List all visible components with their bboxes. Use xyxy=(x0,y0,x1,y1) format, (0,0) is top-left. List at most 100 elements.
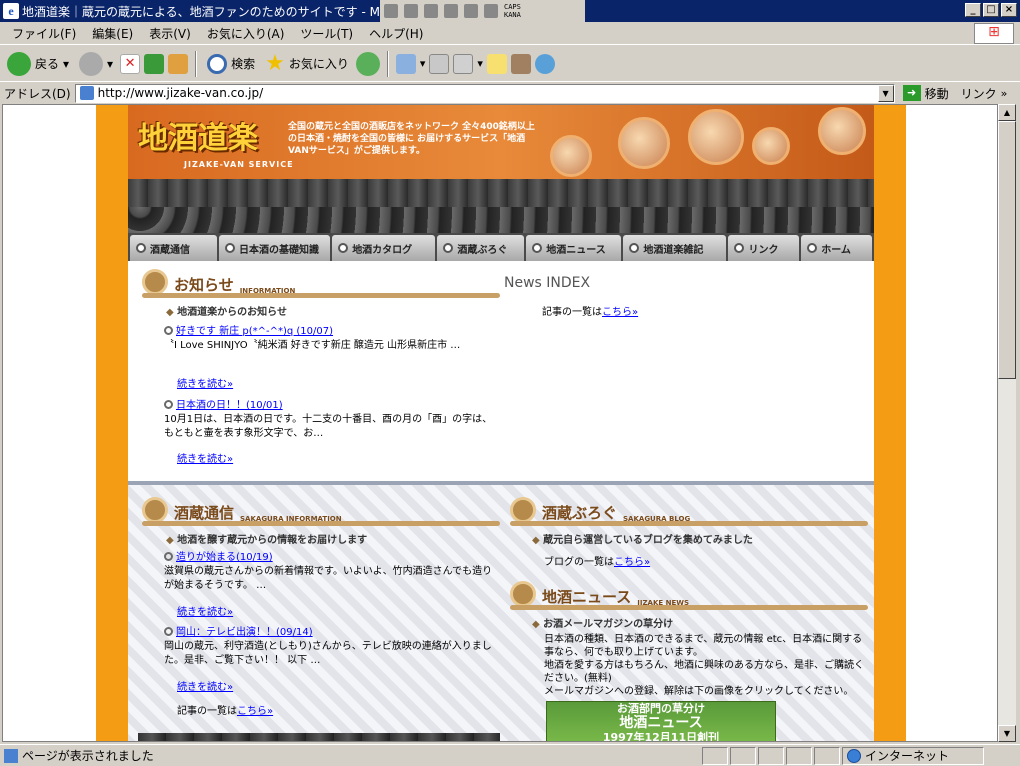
messenger-icon[interactable] xyxy=(534,53,555,74)
vertical-scrollbar[interactable]: ▲ ▼ xyxy=(998,104,1016,742)
edit-icon[interactable] xyxy=(453,53,474,74)
brewer-photo-3 xyxy=(688,109,744,165)
menu-edit[interactable]: 編集(E) xyxy=(84,25,141,42)
search-icon xyxy=(207,53,228,74)
stop-icon[interactable]: ✕ xyxy=(120,53,141,74)
window-title: 地酒道楽｜蔵元の蔵元による、地酒ファンのためのサイトです - Microsoft… xyxy=(22,4,392,19)
star-icon: ★ xyxy=(265,51,285,76)
info-item-link[interactable]: 日本酒の日！！(10/01) xyxy=(176,400,283,411)
close-button[interactable]: × xyxy=(1001,3,1017,17)
scroll-up-icon[interactable]: ▲ xyxy=(998,104,1016,121)
keyboard-icon[interactable] xyxy=(384,4,398,18)
status-message: ページが表示されました xyxy=(0,747,700,764)
nav-blog[interactable]: 酒蔵ぶろぐ xyxy=(437,235,525,261)
sakagura-list-link[interactable]: こちら» xyxy=(237,706,273,717)
discuss-icon[interactable] xyxy=(486,53,507,74)
site-logo[interactable]: 地酒道楽 xyxy=(138,113,258,157)
scroll-thumb[interactable] xyxy=(998,121,1016,379)
menu-favorites[interactable]: お気に入り(A) xyxy=(199,25,293,42)
menu-bar: ファイル(F) 編集(E) 表示(V) お気に入り(A) ツール(T) ヘルプ(… xyxy=(0,22,1020,45)
read-more-link[interactable]: 続きを読む» xyxy=(177,375,233,390)
read-more-link[interactable]: 続きを読む» xyxy=(177,603,233,618)
nav-links[interactable]: リンク xyxy=(728,235,800,261)
nav-jizake-news[interactable]: 地酒ニュース xyxy=(526,235,622,261)
back-button[interactable]: 戻る ▾ xyxy=(4,51,72,76)
security-zone: インターネット xyxy=(842,746,984,765)
mail-icon[interactable] xyxy=(395,53,416,74)
research-icon[interactable] xyxy=(510,53,531,74)
nav-home[interactable]: ホーム xyxy=(801,235,872,261)
sake-cup-icon xyxy=(142,497,168,523)
links-chevron-icon[interactable]: » xyxy=(1001,87,1008,100)
sakagura-underline xyxy=(142,521,500,526)
site-logo-subtitle: JIZAKE-VAN SERVICE xyxy=(184,160,294,169)
menu-file[interactable]: ファイル(F) xyxy=(4,25,84,42)
windows-logo-icon: ⊞ xyxy=(974,23,1014,44)
nav-zakki[interactable]: 地酒道楽雑記 xyxy=(623,235,727,261)
brewer-photo-5 xyxy=(818,107,866,155)
brewer-photo-2 xyxy=(618,117,670,169)
globe-icon xyxy=(847,748,861,763)
ime-mode-icon[interactable] xyxy=(424,4,438,18)
ime-toolbar: CAPS KANA xyxy=(380,0,585,22)
info-item: 好きです 新庄 p(*^-^*)q (10/07) 〝I Love SHINJY… xyxy=(164,325,494,353)
roof-tile-banner xyxy=(128,179,874,233)
links-button[interactable]: リンク xyxy=(961,85,997,102)
forward-button[interactable]: ▾ xyxy=(76,51,116,76)
newsletter-banner[interactable]: お酒部門の草分け 地酒ニュース 1997年12月11日創刊 xyxy=(546,701,776,741)
ime-tool-icon[interactable] xyxy=(464,4,478,18)
favorites-button[interactable]: ★ お気に入り xyxy=(262,51,352,76)
sake-cup-icon xyxy=(510,497,536,523)
ime-help-icon[interactable] xyxy=(484,4,498,18)
blog-subtitle: 蔵元自ら運営しているブログを集めてみました xyxy=(532,531,753,546)
blog-list-link[interactable]: こちら» xyxy=(614,557,650,568)
sakagura-item-link[interactable]: 造りが始まる(10/19) xyxy=(176,552,273,563)
news-index-link[interactable]: こちら» xyxy=(602,307,638,318)
address-input[interactable]: http://www.jizake-van.co.jp/ ▼ xyxy=(74,83,895,103)
go-arrow-icon: ➜ xyxy=(902,85,921,101)
page-icon xyxy=(79,86,94,100)
history-icon[interactable] xyxy=(355,51,380,76)
refresh-icon[interactable] xyxy=(144,53,165,74)
nav-basics[interactable]: 日本酒の基礎知識 xyxy=(218,235,331,261)
read-more-link[interactable]: 続きを読む» xyxy=(177,450,233,465)
status-cell xyxy=(730,746,756,765)
standard-toolbar: 戻る ▾ ▾ ✕ 検索 ★ お気に入り ▾ ▾ xyxy=(0,46,1020,82)
scroll-down-icon[interactable]: ▼ xyxy=(998,725,1016,742)
menu-tools[interactable]: ツール(T) xyxy=(292,25,361,42)
print-icon[interactable] xyxy=(429,53,450,74)
page-viewport: 地酒道楽 JIZAKE-VAN SERVICE 全国の蔵元と全国の酒販店をネット… xyxy=(2,104,998,742)
sakagura-item-text: 岡山の蔵元、利守酒造(としもり)さんから、テレビ放映の連絡が入りました。是非、ご… xyxy=(164,641,492,666)
go-button[interactable]: ➜ 移動 xyxy=(902,85,949,102)
item-bullet-icon xyxy=(164,552,173,561)
menu-view[interactable]: 表示(V) xyxy=(141,25,199,42)
read-more-link[interactable]: 続きを読む» xyxy=(177,678,233,693)
nav-sakagura-news[interactable]: 酒蔵通信 xyxy=(130,235,217,261)
nav-catalog[interactable]: 地酒カタログ xyxy=(332,235,436,261)
page-done-icon xyxy=(4,748,18,763)
blog-underline xyxy=(510,521,868,526)
address-dropdown-icon[interactable]: ▼ xyxy=(877,84,894,102)
ime-dictionary-icon[interactable] xyxy=(444,4,458,18)
search-button[interactable]: 検索 xyxy=(204,53,258,74)
ime-pad-icon[interactable] xyxy=(404,4,418,18)
jizake-news-heading: 地酒ニュース JIZAKE NEWS xyxy=(510,581,689,607)
maximize-button[interactable]: □ xyxy=(983,3,999,17)
address-bar: アドレス(D) http://www.jizake-van.co.jp/ ▼ ➜… xyxy=(0,82,1020,104)
forward-arrow-icon xyxy=(79,51,104,76)
minimize-button[interactable]: _ xyxy=(965,3,981,17)
home-icon[interactable] xyxy=(168,53,189,74)
menu-help[interactable]: ヘルプ(H) xyxy=(361,25,431,42)
nav-bullet-icon xyxy=(734,243,745,253)
nav-bullet-icon xyxy=(224,243,235,253)
status-cell xyxy=(814,746,840,765)
sakagura-item-link[interactable]: 岡山：テレビ出演！！(09/14) xyxy=(176,627,313,638)
info-item-link[interactable]: 好きです 新庄 p(*^-^*)q (10/07) xyxy=(176,326,333,337)
sakagura-heading: 酒蔵通信 SAKAGURA INFORMATION xyxy=(142,497,342,523)
site-background: 地酒道楽 JIZAKE-VAN SERVICE 全国の蔵元と全国の酒販店をネット… xyxy=(96,105,906,741)
site-header: 地酒道楽 JIZAKE-VAN SERVICE 全国の蔵元と全国の酒販店をネット… xyxy=(128,105,874,179)
blog-heading: 酒蔵ぶろぐ SAKAGURA BLOG xyxy=(510,497,690,523)
nav-bullet-icon xyxy=(807,243,818,253)
item-bullet-icon xyxy=(164,326,173,335)
info-heading: お知らせ INFORMATION xyxy=(142,269,295,295)
